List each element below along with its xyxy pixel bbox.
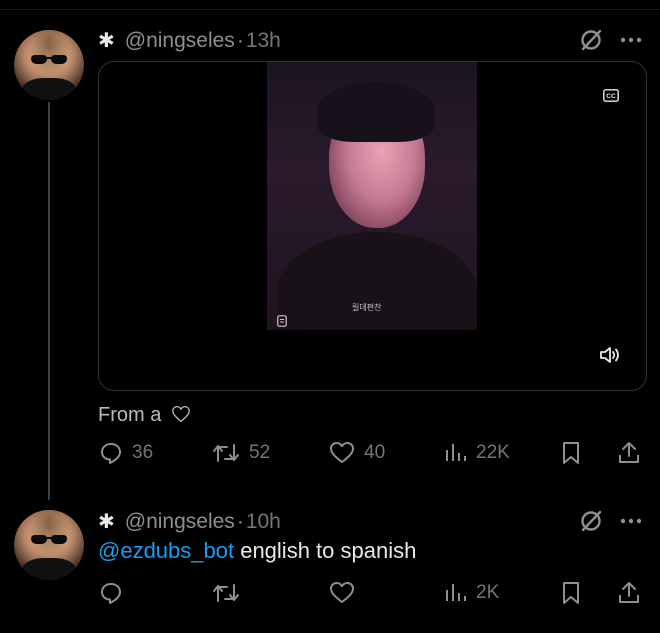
separator: · — [236, 28, 244, 52]
like-count: 40 — [364, 442, 386, 463]
video-watermark: 릴데편찬 — [352, 303, 382, 312]
mention-link[interactable]: @ezdubs_bot — [98, 538, 234, 563]
asterisk-icon: ✱ — [98, 511, 115, 533]
views-icon — [446, 584, 466, 601]
views-icon — [446, 444, 466, 461]
reply-button[interactable] — [99, 581, 123, 605]
bookmark-icon — [563, 442, 579, 464]
views-button[interactable]: 22K — [445, 441, 510, 465]
user-handle[interactable]: @ningseles — [125, 510, 235, 534]
tweet-header: ✱ @ningseles · 13h — [98, 28, 281, 53]
repost-icon — [213, 584, 239, 602]
video-frame: 릴데편찬 — [267, 62, 477, 330]
views-count: 2K — [476, 582, 500, 603]
asterisk-icon: ✱ — [98, 30, 115, 52]
heart-outline-icon — [172, 405, 190, 423]
volume-icon[interactable] — [599, 345, 621, 365]
share-icon — [619, 582, 639, 603]
user-handle[interactable]: @ningseles — [125, 29, 235, 53]
share-button[interactable] — [618, 441, 640, 465]
reply-icon — [101, 443, 121, 464]
like-icon — [330, 582, 354, 603]
bookmark-button[interactable] — [561, 581, 581, 605]
share-icon — [619, 442, 639, 463]
avatar[interactable] — [14, 30, 84, 100]
top-divider — [0, 0, 660, 10]
timestamp[interactable]: 10h — [246, 510, 281, 534]
separator: · — [236, 509, 244, 533]
share-button[interactable] — [618, 581, 640, 605]
tweet-caption: From a — [98, 404, 191, 427]
views-count: 22K — [476, 442, 510, 463]
bookmark-button[interactable] — [561, 441, 581, 465]
tweet-text: @ezdubs_bot english to spanish — [98, 538, 416, 564]
views-button[interactable]: 2K — [445, 581, 499, 605]
cc-icon[interactable]: CC — [603, 89, 619, 102]
repost-count: 52 — [249, 442, 271, 463]
reply-icon — [101, 583, 121, 604]
like-button[interactable]: 40 — [329, 441, 385, 465]
avatar[interactable] — [14, 510, 84, 580]
bookmark-icon — [563, 582, 579, 604]
repost-button[interactable] — [212, 581, 240, 605]
repost-button[interactable]: 52 — [212, 441, 270, 465]
svg-text:CC: CC — [606, 93, 616, 100]
reply-count: 36 — [132, 442, 154, 463]
grok-icon[interactable] — [578, 508, 604, 534]
timestamp[interactable]: 13h — [246, 29, 281, 53]
more-icon[interactable] — [620, 37, 642, 43]
repost-icon — [213, 444, 239, 462]
tweet-body: english to spanish — [234, 538, 417, 563]
tweet-actions: 2K — [0, 581, 660, 611]
tweet-actions: 36 52 40 22K — [0, 441, 660, 471]
video-player[interactable]: 릴데편찬 CC — [98, 61, 647, 391]
like-button[interactable] — [329, 581, 355, 605]
caption-text: From a — [98, 404, 162, 426]
document-icon — [277, 315, 287, 327]
grok-icon[interactable] — [578, 27, 604, 53]
reply-button[interactable]: 36 — [99, 441, 153, 465]
like-icon — [330, 442, 354, 463]
more-icon[interactable] — [620, 518, 642, 524]
tweet-header: ✱ @ningseles · 10h — [98, 509, 281, 534]
